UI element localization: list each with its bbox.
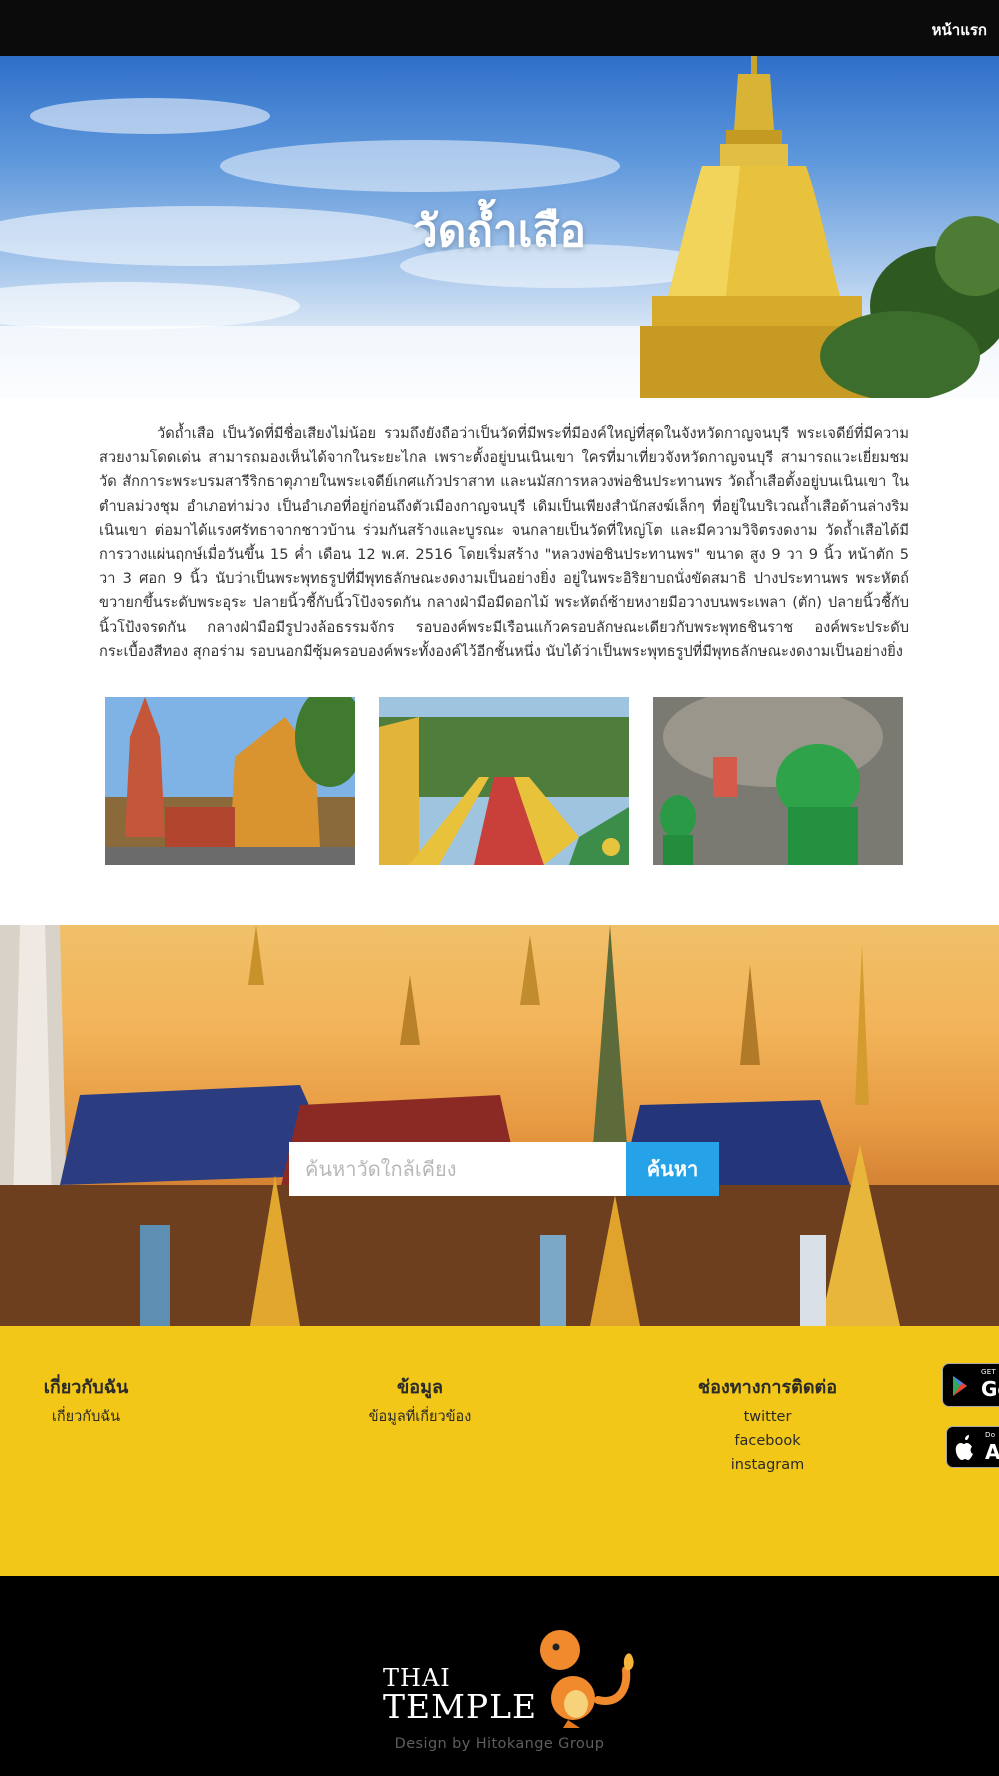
google-play-small-text: GET IT ON — [981, 1368, 999, 1376]
footer-about-heading: เกี่ยวกับฉัน — [43, 1377, 129, 1398]
hero-banner: วัดถ้ำเสือ — [0, 56, 999, 398]
google-play-big-text: Go — [981, 1377, 999, 1401]
footer-about-column: เกี่ยวกับฉัน เกี่ยวกับฉัน — [26, 1372, 146, 1429]
footer-contact-heading: ช่องทางการติดต่อ — [697, 1377, 838, 1398]
app-store-small-text: Do — [985, 1431, 996, 1439]
footer-about-link[interactable]: เกี่ยวกับฉัน — [26, 1405, 146, 1429]
footer: เกี่ยวกับฉัน เกี่ยวกับฉัน ข้อมูล ข้อมูลท… — [0, 1326, 999, 1576]
credit-text: Design by Hitokange Group — [394, 1736, 605, 1752]
google-play-badge[interactable]: GET IT ON Go — [942, 1363, 999, 1407]
article-body: วัดถ้ำเสือ เป็นวัดที่มีชื่อเสียงไม่น้อย … — [99, 425, 909, 660]
hero-title: วัดถ้ำเสือ — [413, 206, 586, 257]
gallery-photo-temple[interactable] — [105, 697, 355, 865]
apple-icon — [955, 1435, 973, 1460]
thai-temple-logo: THAI TEMPLE — [380, 1620, 634, 1730]
mascot-icon — [540, 1630, 634, 1728]
footer-info-heading: ข้อมูล — [396, 1377, 443, 1398]
app-store-badge[interactable]: Do A — [946, 1426, 999, 1468]
google-play-icon — [953, 1376, 967, 1396]
app-store-big-text: A — [985, 1440, 999, 1464]
gallery-photo-stairway[interactable] — [379, 697, 629, 865]
search-background-image — [0, 925, 999, 1326]
nav-home-link[interactable]: หน้าแรก — [932, 18, 987, 42]
footer-contact-column: ช่องทางการติดต่อ twitter facebook instag… — [680, 1372, 855, 1477]
facebook-link[interactable]: facebook — [680, 1429, 855, 1453]
search-input[interactable] — [289, 1142, 626, 1196]
instagram-link[interactable]: instagram — [680, 1453, 855, 1477]
gallery-photo-guardian-statue[interactable] — [653, 697, 903, 865]
footer-info-column: ข้อมูล ข้อมูลที่เกี่ยวข้อง — [355, 1372, 485, 1429]
top-navbar: หน้าแรก — [0, 0, 999, 56]
logo-text-line2: TEMPLE — [383, 1687, 538, 1726]
search-section: ค้นหา — [0, 925, 999, 1326]
twitter-link[interactable]: twitter — [680, 1405, 855, 1429]
footer-info-link[interactable]: ข้อมูลที่เกี่ยวข้อง — [355, 1405, 485, 1429]
search-button[interactable]: ค้นหา — [626, 1142, 719, 1196]
bottom-bar: THAI TEMPLE Design by Hitokange Group — [0, 1576, 999, 1776]
